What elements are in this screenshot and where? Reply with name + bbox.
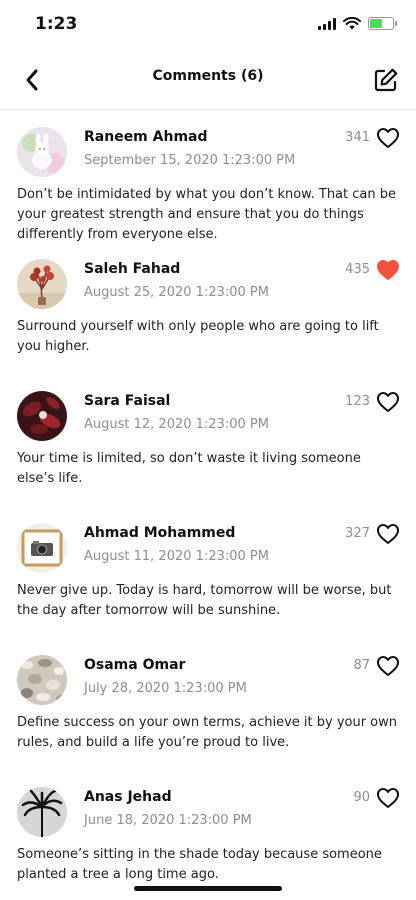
like-count: 123 bbox=[345, 394, 370, 409]
comment-item: Raneem Ahmad September 15, 2020 1:23:00 … bbox=[0, 111, 416, 243]
comments-list: Raneem Ahmad September 15, 2020 1:23:00 … bbox=[0, 111, 416, 900]
heart-outline-icon[interactable] bbox=[376, 391, 400, 413]
comment-date: August 11, 2020 1:23:00 PM bbox=[84, 549, 269, 564]
heart-filled-icon[interactable] bbox=[376, 259, 400, 281]
compose-button[interactable] bbox=[370, 64, 402, 96]
comment-item: Sara Faisal August 12, 2020 1:23:00 PM 1… bbox=[0, 375, 416, 507]
avatar[interactable] bbox=[17, 127, 67, 177]
avatar[interactable] bbox=[17, 787, 67, 837]
comment-text: Your time is limited, so don’t waste it … bbox=[17, 451, 361, 486]
home-indicator[interactable] bbox=[134, 886, 282, 891]
comment-author[interactable]: Osama Omar bbox=[84, 657, 185, 673]
like-count: 90 bbox=[353, 790, 370, 805]
like-count: 341 bbox=[345, 130, 370, 145]
comment-item: Saleh Fahad August 25, 2020 1:23:00 PM 4… bbox=[0, 243, 416, 375]
wifi-icon bbox=[343, 17, 361, 30]
nav-bar: Comments (6) bbox=[0, 50, 416, 110]
avatar[interactable] bbox=[17, 655, 67, 705]
comment-item: Ahmad Mohammed August 11, 2020 1:23:00 P… bbox=[0, 507, 416, 639]
comment-date: September 15, 2020 1:23:00 PM bbox=[84, 153, 296, 168]
comment-text: Never give up. Today is hard, tomorrow w… bbox=[17, 583, 392, 618]
like-count: 435 bbox=[345, 262, 370, 277]
status-icons bbox=[318, 17, 397, 30]
status-bar: 1:23 bbox=[0, 0, 416, 50]
like-count: 327 bbox=[345, 526, 370, 541]
avatar[interactable] bbox=[17, 259, 67, 309]
battery-icon bbox=[368, 17, 397, 30]
comment-date: August 12, 2020 1:23:00 PM bbox=[84, 417, 269, 432]
comment-author[interactable]: Raneem Ahmad bbox=[84, 129, 208, 145]
comment-date: July 28, 2020 1:23:00 PM bbox=[84, 681, 247, 696]
comment-text: Surround yourself with only people who a… bbox=[17, 319, 379, 354]
comment-text: Define success on your own terms, achiev… bbox=[17, 715, 398, 750]
comment-author[interactable]: Sara Faisal bbox=[84, 393, 170, 409]
page-title: Comments (6) bbox=[152, 68, 264, 84]
comment-date: August 25, 2020 1:23:00 PM bbox=[84, 285, 269, 300]
like-count: 87 bbox=[353, 658, 370, 673]
heart-outline-icon[interactable] bbox=[376, 523, 400, 545]
comment-item: Osama Omar July 28, 2020 1:23:00 PM 87 D… bbox=[0, 639, 416, 771]
heart-outline-icon[interactable] bbox=[376, 127, 400, 149]
comment-author[interactable]: Ahmad Mohammed bbox=[84, 525, 235, 541]
status-time: 1:23 bbox=[35, 14, 78, 34]
avatar[interactable] bbox=[17, 391, 67, 441]
comment-text: Someone’s sitting in the shade today bec… bbox=[17, 847, 382, 882]
comment-author[interactable]: Saleh Fahad bbox=[84, 261, 180, 277]
comment-text: Don’t be intimidated by what you don’t k… bbox=[17, 187, 396, 242]
compose-icon bbox=[374, 68, 398, 92]
avatar[interactable] bbox=[17, 523, 67, 573]
comment-date: June 18, 2020 1:23:00 PM bbox=[84, 813, 252, 828]
comment-item: Anas Jehad June 18, 2020 1:23:00 PM 90 S… bbox=[0, 771, 416, 900]
heart-outline-icon[interactable] bbox=[376, 655, 400, 677]
comment-author[interactable]: Anas Jehad bbox=[84, 789, 172, 805]
cellular-signal-icon bbox=[318, 17, 336, 30]
heart-outline-icon[interactable] bbox=[376, 787, 400, 809]
